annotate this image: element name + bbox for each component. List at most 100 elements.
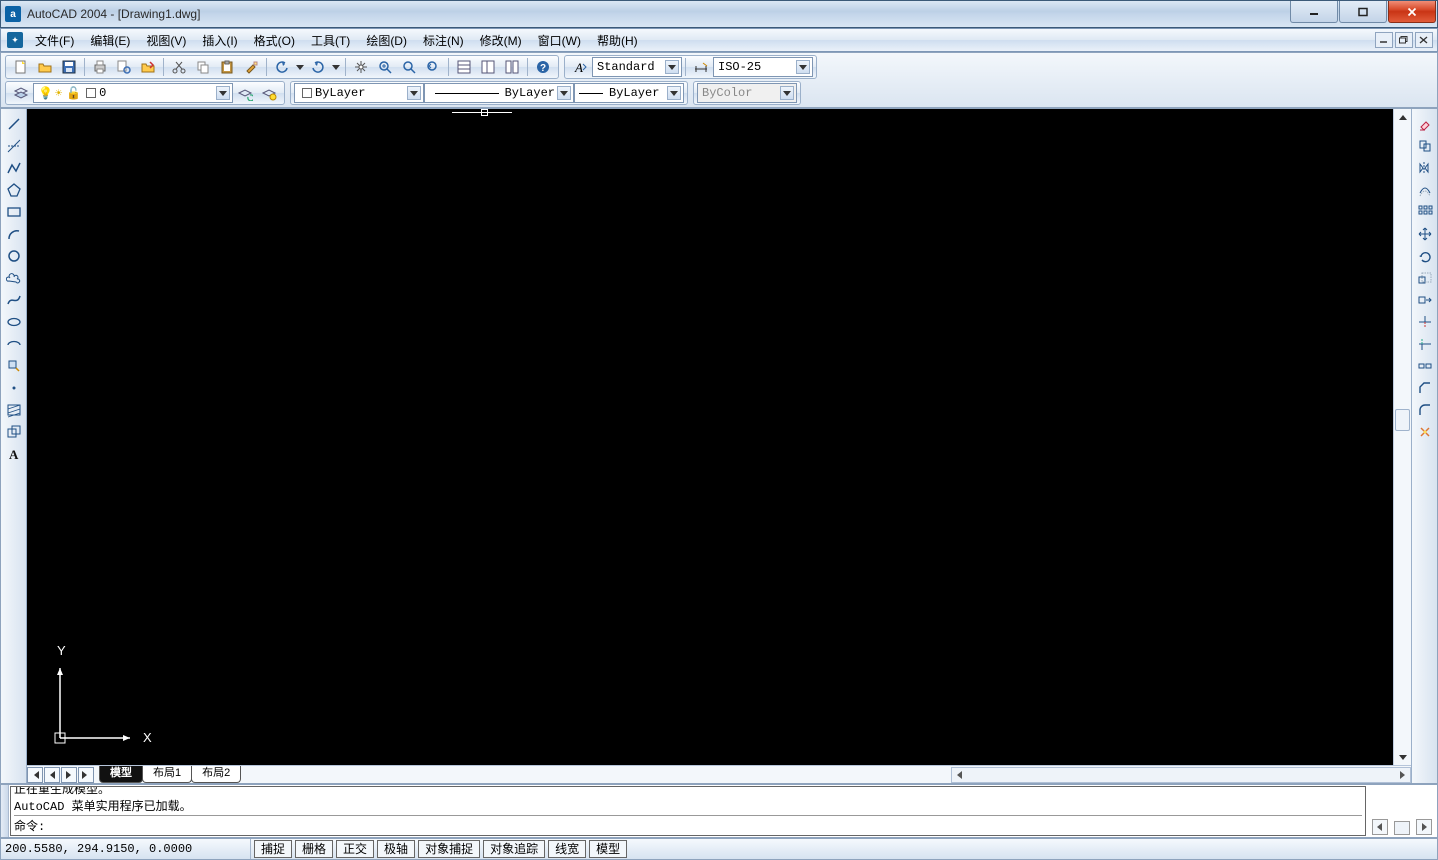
status-toggle-正交[interactable]: 正交 [336, 840, 374, 858]
menu-文件f[interactable]: 文件(F) [27, 29, 82, 52]
cmd-scroll-left-icon[interactable] [1372, 819, 1388, 835]
copy-icon[interactable] [1414, 136, 1436, 156]
extend-icon[interactable] [1414, 334, 1436, 354]
horizontal-scrollbar[interactable] [951, 767, 1411, 783]
eraser-icon[interactable] [1414, 114, 1436, 134]
cmd-scroll-thumb[interactable] [1394, 821, 1410, 835]
zoom-window-icon[interactable] [398, 57, 420, 77]
scroll-right-icon[interactable] [1394, 768, 1410, 782]
scroll-thumb[interactable] [1395, 409, 1410, 431]
rectangle-icon[interactable] [3, 202, 25, 222]
lineweight-select[interactable]: ByLayer [574, 83, 684, 103]
mdi-minimize-button[interactable] [1375, 32, 1393, 48]
close-button[interactable] [1388, 1, 1436, 23]
text-style-icon[interactable]: A [569, 57, 591, 77]
menu-标注n[interactable]: 标注(N) [415, 29, 472, 52]
dim-style-select[interactable]: ISO-25 [713, 57, 813, 77]
mdi-restore-button[interactable] [1395, 32, 1413, 48]
status-toggle-栅格[interactable]: 栅格 [295, 840, 333, 858]
menu-格式o[interactable]: 格式(O) [246, 29, 303, 52]
command-scrollbar[interactable] [1367, 785, 1437, 837]
polygon-icon[interactable] [3, 180, 25, 200]
insert-block-icon[interactable] [3, 356, 25, 376]
menu-编辑e[interactable]: 编辑(E) [82, 29, 138, 52]
new-icon[interactable] [10, 57, 32, 77]
paste-icon[interactable] [216, 57, 238, 77]
zoom-realtime-icon[interactable] [374, 57, 396, 77]
line-icon[interactable] [3, 114, 25, 134]
mdi-close-button[interactable] [1415, 32, 1433, 48]
status-toggle-线宽[interactable]: 线宽 [548, 840, 586, 858]
tab-next-icon[interactable] [61, 767, 77, 783]
status-toggle-对象追踪[interactable]: 对象追踪 [483, 840, 545, 858]
status-toggle-对象捕捉[interactable]: 对象捕捉 [418, 840, 480, 858]
minimize-button[interactable] [1290, 1, 1338, 23]
design-center-icon[interactable] [477, 57, 499, 77]
point-icon[interactable] [3, 378, 25, 398]
linetype-select[interactable]: ByLayer [424, 83, 574, 103]
document-icon[interactable]: ✦ [7, 32, 23, 48]
redo-dropdown-icon[interactable] [331, 57, 341, 77]
cloud-icon[interactable] [3, 268, 25, 288]
undo-dropdown-icon[interactable] [295, 57, 305, 77]
tab-last-icon[interactable] [78, 767, 94, 783]
menu-帮助h[interactable]: 帮助(H) [589, 29, 646, 52]
layout-tab-1[interactable]: 布局1 [142, 766, 192, 783]
open-icon[interactable] [34, 57, 56, 77]
command-window[interactable]: 正在重生成模型。 AutoCAD 菜单实用程序已加载。 命令: [10, 786, 1366, 836]
tab-prev-icon[interactable] [44, 767, 60, 783]
menu-绘图d[interactable]: 绘图(D) [358, 29, 415, 52]
cmd-scroll-right-icon[interactable] [1416, 819, 1432, 835]
arc-icon[interactable] [3, 224, 25, 244]
region-icon[interactable] [3, 422, 25, 442]
pan-icon[interactable] [350, 57, 372, 77]
print-preview-icon[interactable] [113, 57, 135, 77]
status-toggle-极轴[interactable]: 极轴 [377, 840, 415, 858]
spline-icon[interactable] [3, 290, 25, 310]
status-toggle-模型[interactable]: 模型 [589, 840, 627, 858]
trim-icon[interactable] [1414, 312, 1436, 332]
move-icon[interactable] [1414, 224, 1436, 244]
ellipse-arc-icon[interactable] [3, 334, 25, 354]
redo-icon[interactable] [307, 57, 329, 77]
save-icon[interactable] [58, 57, 80, 77]
layer-manager-icon[interactable] [10, 83, 32, 103]
toolpalette-icon[interactable] [501, 57, 523, 77]
circle-icon[interactable] [3, 246, 25, 266]
copy-icon[interactable] [192, 57, 214, 77]
menu-视图v[interactable]: 视图(V) [138, 29, 194, 52]
layout-tab-0[interactable]: 模型 [99, 766, 143, 783]
fillet-icon[interactable] [1414, 400, 1436, 420]
command-prompt[interactable]: 命令: [14, 815, 1362, 834]
ellipse-icon[interactable] [3, 312, 25, 332]
vertical-scrollbar[interactable] [1393, 109, 1411, 765]
xline-icon[interactable] [3, 136, 25, 156]
menu-窗口w[interactable]: 窗口(W) [530, 29, 589, 52]
properties-icon[interactable] [453, 57, 475, 77]
polyline-icon[interactable] [3, 158, 25, 178]
status-toggle-捕捉[interactable]: 捕捉 [254, 840, 292, 858]
tab-first-icon[interactable] [27, 767, 43, 783]
layout-tab-2[interactable]: 布局2 [191, 766, 241, 783]
scale-icon[interactable] [1414, 268, 1436, 288]
publish-icon[interactable] [137, 57, 159, 77]
offset-icon[interactable] [1414, 180, 1436, 200]
scroll-down-icon[interactable] [1395, 749, 1411, 765]
menu-工具t[interactable]: 工具(T) [303, 29, 358, 52]
text-style-select[interactable]: Standard [592, 57, 682, 77]
command-grip[interactable] [1, 785, 9, 837]
chamfer-icon[interactable] [1414, 378, 1436, 398]
undo-icon[interactable] [271, 57, 293, 77]
break-icon[interactable] [1414, 356, 1436, 376]
color-select[interactable]: ByLayer [294, 83, 424, 103]
array-icon[interactable] [1414, 202, 1436, 222]
dim-style-icon[interactable] [690, 57, 712, 77]
layer-previous-icon[interactable] [234, 83, 256, 103]
maximize-button[interactable] [1339, 1, 1387, 23]
match-properties-icon[interactable] [240, 57, 262, 77]
hatch-icon[interactable] [3, 400, 25, 420]
mirror-icon[interactable] [1414, 158, 1436, 178]
menu-修改m[interactable]: 修改(M) [472, 29, 530, 52]
rotate-icon[interactable] [1414, 246, 1436, 266]
text-icon[interactable]: A [3, 444, 25, 464]
